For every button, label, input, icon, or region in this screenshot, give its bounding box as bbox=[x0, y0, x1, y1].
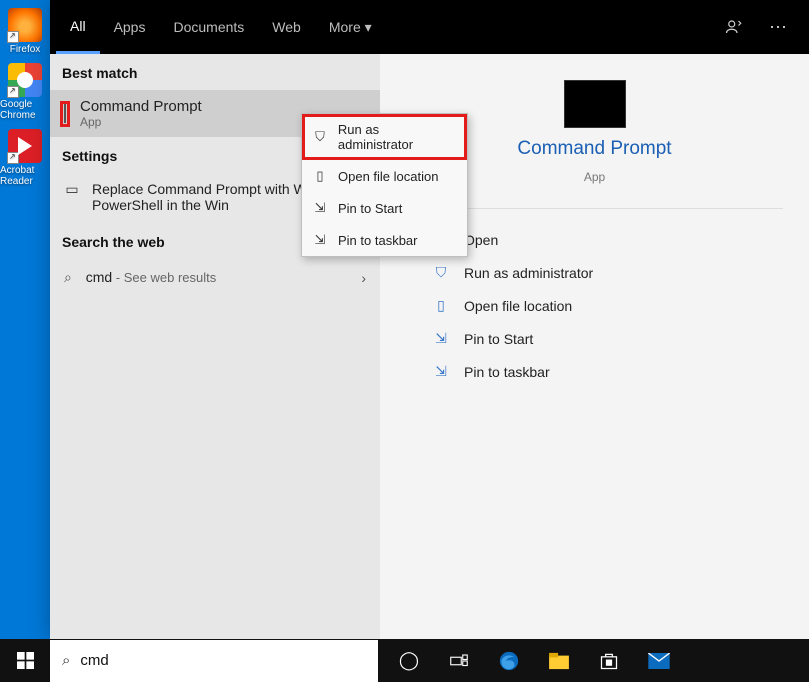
store-icon[interactable] bbox=[588, 639, 630, 682]
ctx-pin-taskbar[interactable]: ⇲ Pin to taskbar bbox=[302, 224, 467, 256]
search-filter-tabs: All Apps Documents Web More ▾ bbox=[50, 0, 380, 54]
search-icon: ⌕ bbox=[62, 652, 70, 669]
acrobat-icon bbox=[8, 129, 42, 163]
best-match-subtitle: App bbox=[80, 115, 202, 129]
ctx-pin-start[interactable]: ⇲ Pin to Start bbox=[302, 192, 467, 224]
action-pin-taskbar[interactable]: ⇲ Pin to taskbar bbox=[432, 363, 783, 380]
web-suffix: - See web results bbox=[112, 270, 216, 285]
ctx-run-as-admin[interactable]: ⛉ Run as administrator bbox=[302, 114, 467, 160]
cmd-large-icon bbox=[564, 80, 626, 128]
folder-icon: ▯ bbox=[432, 297, 450, 314]
firefox-icon bbox=[8, 8, 42, 42]
mail-icon[interactable] bbox=[638, 639, 680, 682]
admin-icon: ⛉ bbox=[432, 264, 450, 281]
settings-rect-icon: ▭ bbox=[62, 181, 82, 198]
ctx-label: Pin to taskbar bbox=[338, 233, 418, 248]
ctx-label: Open file location bbox=[338, 169, 438, 184]
admin-icon: ⛉ bbox=[312, 129, 328, 145]
desktop-icon-label: Acrobat Reader bbox=[0, 165, 50, 187]
detail-title: Command Prompt bbox=[517, 138, 671, 160]
pin-icon: ⇲ bbox=[432, 363, 450, 380]
desktop: Firefox Google Chrome Acrobat Reader bbox=[0, 0, 50, 639]
pin-icon: ⇲ bbox=[312, 232, 328, 248]
taskbar-search[interactable]: ⌕ bbox=[50, 640, 378, 682]
desktop-icon-label: Google Chrome bbox=[0, 99, 50, 121]
chevron-right-icon: › bbox=[361, 270, 366, 286]
start-left-pane: All Apps Documents Web More ▾ Best match… bbox=[50, 0, 380, 639]
search-input[interactable] bbox=[80, 652, 340, 669]
tab-more-label: More bbox=[329, 19, 361, 35]
action-label: Open file location bbox=[464, 298, 572, 314]
action-label: Pin to Start bbox=[464, 331, 533, 347]
right-header: ⋯ bbox=[380, 0, 809, 54]
action-open-file-location[interactable]: ▯ Open file location bbox=[432, 297, 783, 314]
tab-all[interactable]: All bbox=[56, 0, 100, 54]
best-match-title: Command Prompt bbox=[80, 98, 202, 115]
web-term: cmd bbox=[86, 269, 112, 285]
ctx-label: Pin to Start bbox=[338, 201, 402, 216]
tab-apps[interactable]: Apps bbox=[100, 0, 160, 54]
tab-more[interactable]: More ▾ bbox=[315, 0, 386, 54]
task-view-icon[interactable] bbox=[438, 639, 480, 682]
action-label: Pin to taskbar bbox=[464, 364, 550, 380]
action-pin-start[interactable]: ⇲ Pin to Start bbox=[432, 330, 783, 347]
ctx-open-file-location[interactable]: ▯ Open file location bbox=[302, 160, 467, 192]
feedback-icon[interactable] bbox=[717, 12, 751, 42]
start-menu: All Apps Documents Web More ▾ Best match… bbox=[50, 0, 809, 639]
pin-icon: ⇲ bbox=[432, 330, 450, 347]
desktop-icon-firefox[interactable]: Firefox bbox=[0, 8, 50, 55]
file-explorer-icon[interactable] bbox=[538, 639, 580, 682]
taskbar-pinned: ◯ bbox=[378, 639, 809, 682]
chrome-icon bbox=[8, 63, 42, 97]
highlight-box bbox=[60, 101, 70, 127]
cmd-thumb-icon bbox=[64, 104, 66, 123]
desktop-icon-chrome[interactable]: Google Chrome bbox=[0, 63, 50, 121]
start-button[interactable] bbox=[0, 639, 50, 682]
desktop-icon-label: Firefox bbox=[10, 44, 41, 55]
action-label: Open bbox=[464, 232, 498, 248]
ctx-label: Run as administrator bbox=[338, 122, 457, 152]
folder-icon: ▯ bbox=[312, 168, 328, 184]
desktop-icon-acrobat[interactable]: Acrobat Reader bbox=[0, 129, 50, 187]
action-label: Run as administrator bbox=[464, 265, 593, 281]
tab-documents[interactable]: Documents bbox=[159, 0, 258, 54]
section-best-match: Best match bbox=[50, 54, 380, 90]
detail-subtitle: App bbox=[584, 170, 605, 184]
chevron-down-icon: ▾ bbox=[365, 19, 372, 36]
edge-icon[interactable] bbox=[488, 639, 530, 682]
pin-icon: ⇲ bbox=[312, 200, 328, 216]
context-menu: ⛉ Run as administrator ▯ Open file locatio… bbox=[301, 113, 468, 257]
taskbar: ⌕ ◯ bbox=[0, 639, 809, 682]
search-icon: ⌕ bbox=[64, 269, 72, 285]
web-result-item[interactable]: ⌕ cmd - See web results › bbox=[50, 259, 380, 296]
action-run-as-admin[interactable]: ⛉ Run as administrator bbox=[432, 264, 783, 281]
cortana-icon[interactable]: ◯ bbox=[388, 639, 430, 682]
more-icon[interactable]: ⋯ bbox=[761, 11, 795, 44]
start-right-pane: ⋯ Command Prompt App ◻Open ⛉ Run as admin… bbox=[380, 0, 809, 639]
action-open[interactable]: ◻Open bbox=[432, 231, 783, 248]
tab-web[interactable]: Web bbox=[258, 0, 315, 54]
